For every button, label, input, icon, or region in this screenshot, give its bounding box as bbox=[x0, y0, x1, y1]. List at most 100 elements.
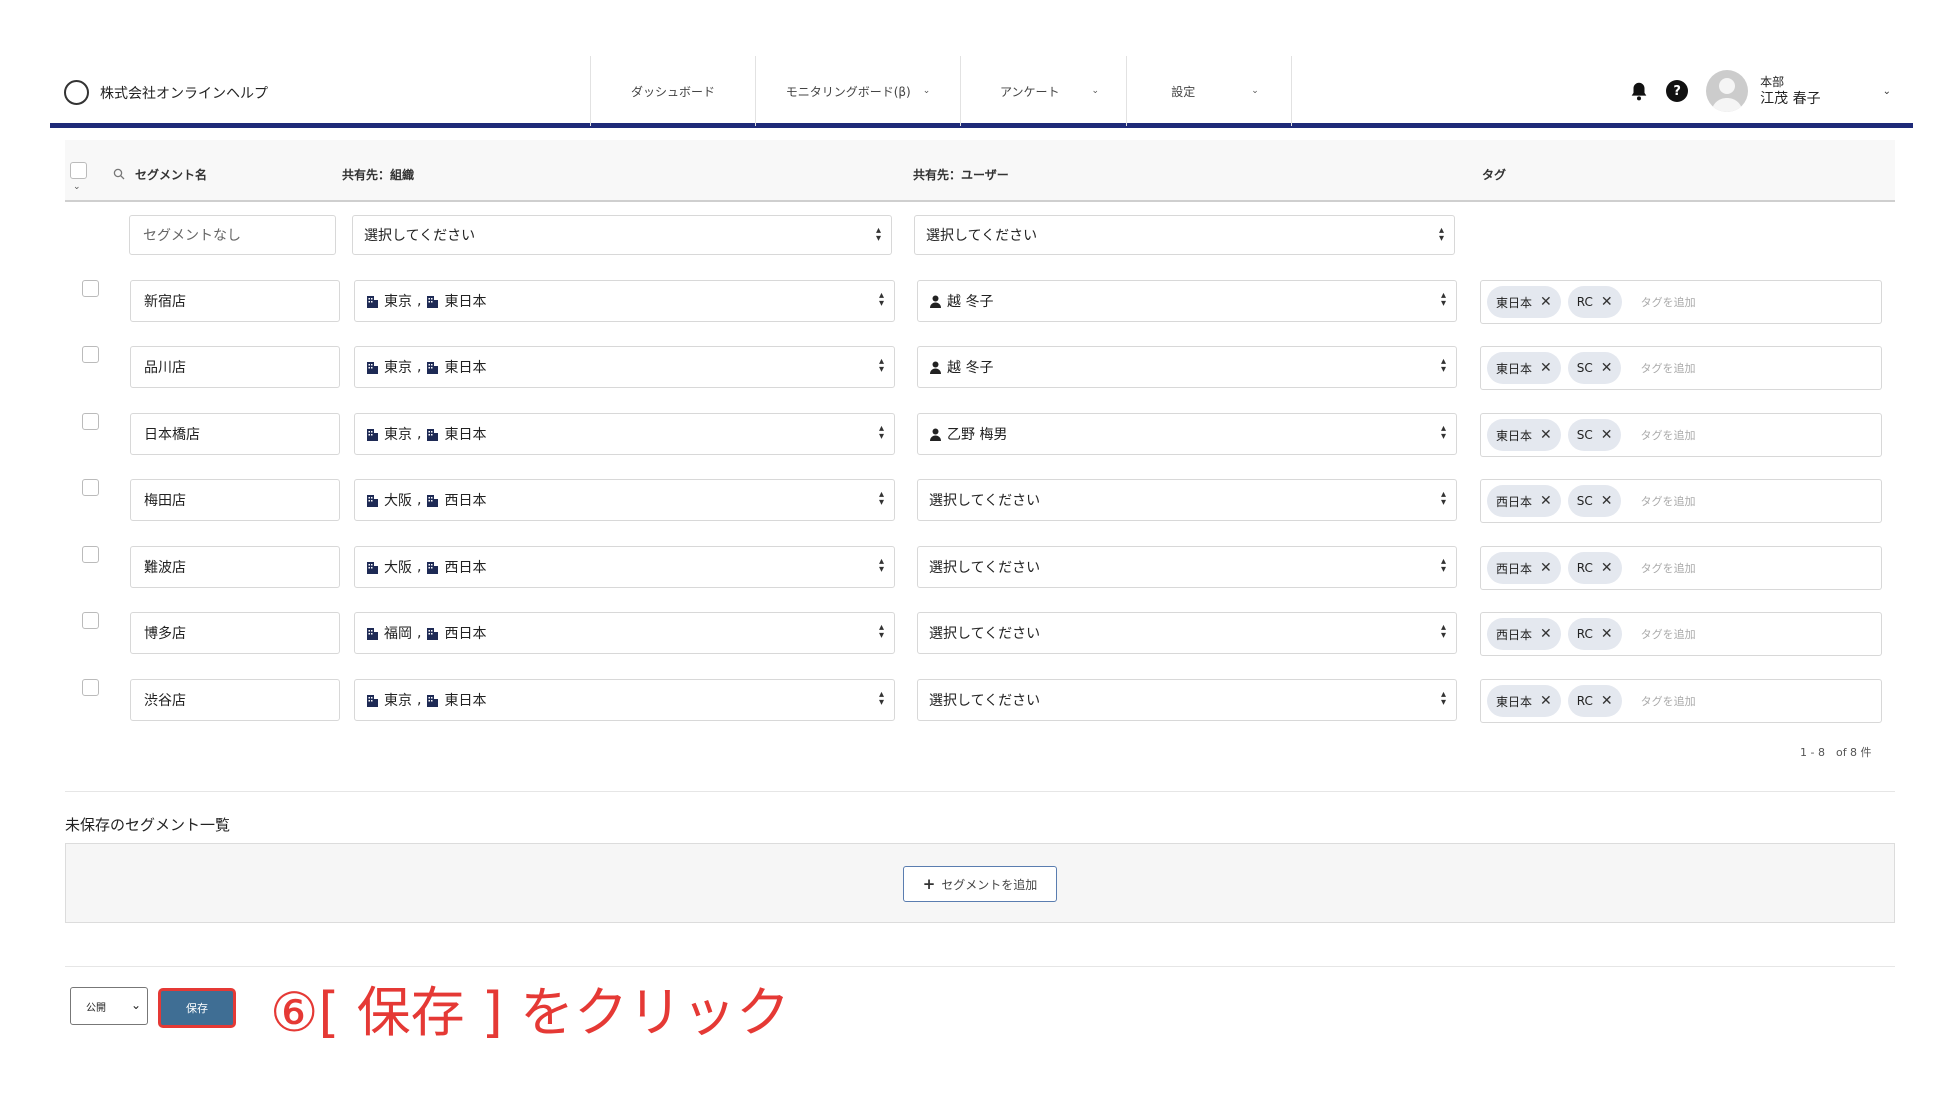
col-segment-name[interactable]: セグメント名 bbox=[135, 166, 207, 183]
row-checkbox[interactable] bbox=[82, 679, 99, 696]
chevron-down-icon: ⌄ bbox=[1091, 86, 1100, 96]
row-checkbox[interactable] bbox=[82, 280, 99, 297]
close-icon[interactable]: ✕ bbox=[1540, 493, 1552, 509]
tag-input[interactable]: 東日本 ✕ SC ✕ タグを追加 bbox=[1480, 346, 1882, 390]
save-button[interactable]: 保存 bbox=[158, 988, 236, 1028]
table-row: 日本橋店 東京, 東日本 ▴ ▾ 乙野 梅男 ▴ ▾ 東日本 ✕ SC ✕ タグを追加 bbox=[65, 413, 1895, 457]
segment-name-input[interactable]: 品川店 bbox=[130, 346, 340, 388]
add-segment-button[interactable]: + セグメントを追加 bbox=[903, 866, 1057, 902]
org-filter-select[interactable]: 選択してください ▴ ▾ bbox=[352, 215, 892, 255]
share-org-select[interactable]: 大阪, 西日本 ▴ ▾ bbox=[354, 479, 895, 521]
segment-name-input[interactable]: 新宿店 bbox=[130, 280, 340, 322]
share-org-select[interactable]: 東京, 東日本 ▴ ▾ bbox=[354, 346, 895, 388]
close-icon[interactable]: ✕ bbox=[1540, 360, 1552, 376]
share-org-select[interactable]: 福岡, 西日本 ▴ ▾ bbox=[354, 612, 895, 654]
org-separator: , bbox=[417, 692, 422, 708]
help-glyph: ? bbox=[1673, 83, 1681, 99]
share-user-select[interactable]: 選択してください ▴ ▾ bbox=[917, 479, 1457, 521]
tag-input[interactable]: 東日本 ✕ RC ✕ タグを追加 bbox=[1480, 280, 1882, 324]
share-user-select[interactable]: 越 冬子 ▴ ▾ bbox=[917, 280, 1457, 322]
share-user-select[interactable]: 選択してください ▴ ▾ bbox=[917, 546, 1457, 588]
tag-add-placeholder[interactable]: タグを追加 bbox=[1640, 493, 1695, 509]
tag-input[interactable]: 東日本 ✕ RC ✕ タグを追加 bbox=[1480, 679, 1882, 723]
tag-input[interactable]: 西日本 ✕ SC ✕ タグを追加 bbox=[1480, 479, 1882, 523]
select-arrows-icon: ▴ ▾ bbox=[878, 290, 884, 309]
tag-label: 東日本 bbox=[1496, 361, 1533, 376]
row-checkbox[interactable] bbox=[82, 413, 99, 430]
tag-add-placeholder[interactable]: タグを追加 bbox=[1641, 294, 1696, 310]
segment-filter-input[interactable]: セグメントなし bbox=[129, 215, 336, 255]
close-icon[interactable]: ✕ bbox=[1601, 427, 1613, 443]
segment-name-input[interactable]: 博多店 bbox=[130, 612, 340, 654]
tag-add-placeholder[interactable]: タグを追加 bbox=[1641, 626, 1696, 642]
share-org-select[interactable]: 大阪, 西日本 ▴ ▾ bbox=[354, 546, 895, 588]
row-checkbox[interactable] bbox=[82, 346, 99, 363]
row-checkbox[interactable] bbox=[82, 546, 99, 563]
org-separator: , bbox=[417, 492, 422, 508]
share-org-select[interactable]: 東京, 東日本 ▴ ▾ bbox=[354, 413, 895, 455]
select-arrows-icon: ▴ ▾ bbox=[875, 225, 881, 244]
bell-icon[interactable] bbox=[1628, 80, 1650, 102]
share-user-select[interactable]: 選択してください ▴ ▾ bbox=[917, 679, 1457, 721]
close-icon[interactable]: ✕ bbox=[1601, 626, 1613, 642]
company-logo[interactable]: 株式会社オンラインヘルプ bbox=[64, 80, 268, 105]
close-icon[interactable]: ✕ bbox=[1601, 693, 1613, 709]
close-icon[interactable]: ✕ bbox=[1540, 693, 1552, 709]
share-user-select[interactable]: 乙野 梅男 ▴ ▾ bbox=[917, 413, 1457, 455]
segment-name-input[interactable]: 渋谷店 bbox=[130, 679, 340, 721]
tag-add-placeholder[interactable]: タグを追加 bbox=[1641, 560, 1696, 576]
row-checkbox[interactable] bbox=[82, 479, 99, 496]
help-icon[interactable]: ? bbox=[1666, 80, 1689, 102]
segment-name-input[interactable]: 日本橋店 bbox=[130, 413, 340, 455]
close-icon[interactable]: ✕ bbox=[1540, 427, 1552, 443]
tag-chip: SC ✕ bbox=[1567, 485, 1622, 517]
select-arrows-icon: ▴ ▾ bbox=[878, 423, 884, 442]
close-icon[interactable]: ✕ bbox=[1540, 560, 1552, 576]
user-info[interactable]: 本部 江茂 春子 bbox=[1760, 74, 1820, 108]
user-menu-chevron-icon[interactable]: ⌄ bbox=[1883, 86, 1891, 97]
nav-dashboard[interactable]: ダッシュボード bbox=[590, 56, 755, 126]
close-icon[interactable]: ✕ bbox=[1540, 294, 1552, 310]
close-icon[interactable]: ✕ bbox=[1601, 560, 1613, 576]
org-value-1: 東京 bbox=[384, 360, 412, 376]
user-filter-select[interactable]: 選択してください ▴ ▾ bbox=[914, 215, 1455, 255]
tag-input[interactable]: 西日本 ✕ RC ✕ タグを追加 bbox=[1480, 612, 1882, 656]
tag-add-placeholder[interactable]: タグを追加 bbox=[1641, 693, 1696, 709]
tag-add-placeholder[interactable]: タグを追加 bbox=[1640, 360, 1695, 376]
tag-chip: SC ✕ bbox=[1567, 352, 1622, 384]
segment-name: 新宿店 bbox=[144, 294, 186, 310]
user-value: 選択してください bbox=[929, 626, 1041, 642]
select-all-checkbox[interactable] bbox=[70, 162, 87, 179]
tag-chip: RC ✕ bbox=[1567, 552, 1622, 584]
tag-chip: SC ✕ bbox=[1567, 419, 1622, 451]
avatar[interactable] bbox=[1706, 70, 1749, 112]
chevron-down-icon: ⌄ bbox=[130, 998, 141, 1012]
tag-chip: 東日本 ✕ bbox=[1487, 286, 1561, 318]
add-segment-label: セグメントを追加 bbox=[941, 877, 1038, 892]
org-separator: , bbox=[417, 426, 422, 442]
building-icon bbox=[427, 627, 439, 640]
tag-input[interactable]: 西日本 ✕ RC ✕ タグを追加 bbox=[1480, 546, 1882, 590]
nav-settings[interactable]: 設定 ⌄ bbox=[1126, 56, 1292, 126]
user-value: 越 冬子 bbox=[947, 294, 994, 310]
select-all-chevron-icon[interactable]: ⌄ bbox=[73, 182, 81, 192]
nav-survey[interactable]: アンケート ⌄ bbox=[960, 56, 1126, 126]
share-user-select[interactable]: 選択してください ▴ ▾ bbox=[917, 612, 1457, 654]
close-icon[interactable]: ✕ bbox=[1601, 294, 1613, 310]
share-org-select[interactable]: 東京, 東日本 ▴ ▾ bbox=[354, 280, 895, 322]
close-icon[interactable]: ✕ bbox=[1540, 626, 1552, 642]
tag-input[interactable]: 東日本 ✕ SC ✕ タグを追加 bbox=[1480, 413, 1882, 457]
segment-name-input[interactable]: 難波店 bbox=[130, 546, 340, 588]
person-icon bbox=[930, 428, 941, 441]
share-org-select[interactable]: 東京, 東日本 ▴ ▾ bbox=[354, 679, 895, 721]
close-icon[interactable]: ✕ bbox=[1601, 493, 1613, 509]
tag-chip: 東日本 ✕ bbox=[1487, 352, 1561, 384]
row-checkbox[interactable] bbox=[82, 612, 99, 629]
share-user-select[interactable]: 越 冬子 ▴ ▾ bbox=[917, 346, 1457, 388]
close-icon[interactable]: ✕ bbox=[1601, 360, 1613, 376]
nav-monitoring-board[interactable]: モニタリングボード(β) ⌄ bbox=[755, 56, 960, 126]
publish-status-select[interactable]: 公開 ⌄ bbox=[70, 987, 148, 1025]
select-arrows-icon: ▴ ▾ bbox=[1440, 356, 1446, 375]
segment-name-input[interactable]: 梅田店 bbox=[130, 479, 340, 521]
tag-add-placeholder[interactable]: タグを追加 bbox=[1640, 427, 1695, 443]
